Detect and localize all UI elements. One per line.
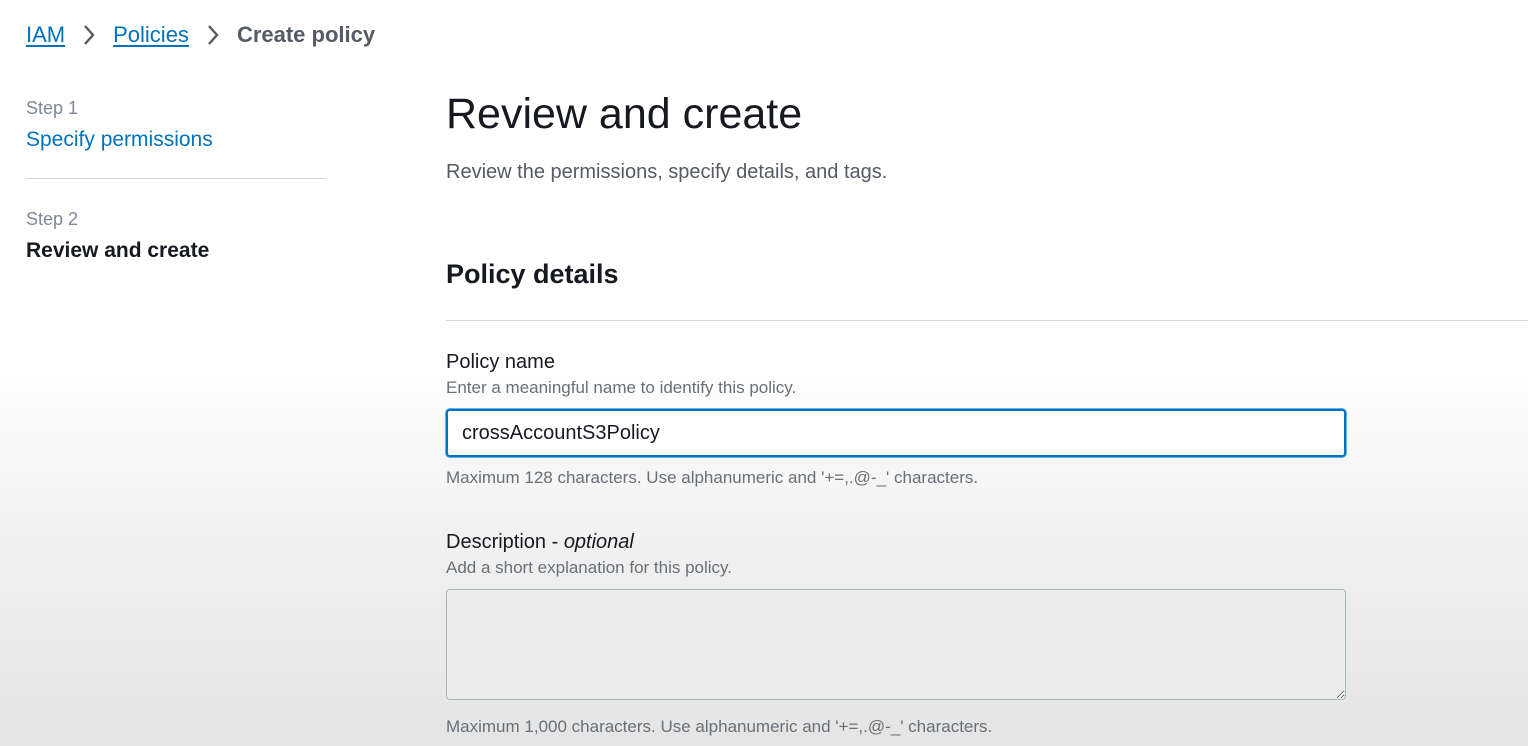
description-label-text: Description - xyxy=(446,531,564,553)
chevron-right-icon xyxy=(65,18,113,52)
breadcrumb-iam-link[interactable]: IAM xyxy=(26,22,65,48)
breadcrumb: IAM Policies Create policy xyxy=(26,18,375,52)
description-textarea[interactable] xyxy=(446,589,1346,700)
step-1-number: Step 1 xyxy=(26,98,79,118)
policy-name-label: Policy name xyxy=(446,351,555,373)
page-title: Review and create xyxy=(446,90,803,138)
description-help: Add a short explanation for this policy. xyxy=(446,558,733,577)
optional-tag: optional xyxy=(563,531,634,553)
policy-name-field: Policy name Enter a meaningful name to i… xyxy=(446,349,1346,489)
wizard-steps: Step 1 Specify permissions Step 2 Review… xyxy=(26,96,326,267)
step-2: Step 2 Review and create xyxy=(26,207,326,267)
breadcrumb-policies-link[interactable]: Policies xyxy=(113,22,189,48)
breadcrumb-current: Create policy xyxy=(236,22,376,47)
chevron-right-icon xyxy=(189,18,237,52)
description-label: Description - optional xyxy=(446,529,1346,555)
main-content: Review and create Review the permissions… xyxy=(446,86,1528,738)
description-field: Description - optional Add a short expla… xyxy=(446,529,1346,738)
policy-name-constraint: Maximum 128 characters. Use alphanumeric… xyxy=(446,468,979,487)
description-constraint: Maximum 1,000 characters. Use alphanumer… xyxy=(446,717,993,736)
section-divider xyxy=(446,320,1528,321)
policy-name-description: Enter a meaningful name to identify this… xyxy=(446,378,797,397)
section-title: Policy details xyxy=(446,259,619,289)
step-divider xyxy=(26,178,326,179)
policy-name-input[interactable] xyxy=(446,409,1346,457)
page-description: Review the permissions, specify details,… xyxy=(446,161,888,183)
step-1-link[interactable]: Specify permissions xyxy=(26,124,326,156)
step-2-current: Review and create xyxy=(26,239,210,262)
step-2-number: Step 2 xyxy=(26,209,79,229)
step-1: Step 1 Specify permissions xyxy=(26,96,326,156)
